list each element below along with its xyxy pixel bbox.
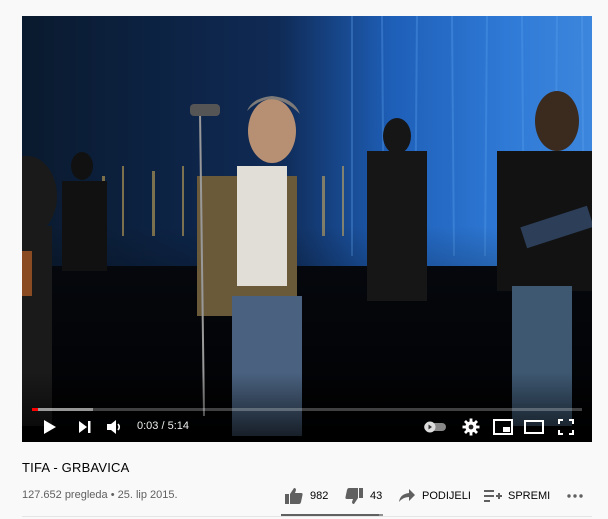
- save-label: SPREMI: [508, 490, 551, 502]
- dislike-button[interactable]: 43: [344, 484, 382, 508]
- playlist-add-icon: [484, 490, 502, 502]
- next-button[interactable]: [73, 415, 97, 439]
- save-button[interactable]: SPREMI: [484, 484, 550, 508]
- thumbs-up-icon: [285, 488, 303, 504]
- volume-button[interactable]: [103, 415, 127, 439]
- player-control-bar: 0:03 / 5:14: [22, 412, 592, 442]
- play-button[interactable]: [38, 415, 62, 439]
- more-horizontal-icon: [567, 494, 583, 498]
- video-meta-row: 127.652 pregleda • 25. lip 2015. 982 43 …: [22, 484, 592, 516]
- dislike-count: 43: [370, 490, 383, 502]
- video-player[interactable]: 0:03 / 5:14: [22, 16, 592, 442]
- like-button[interactable]: 982: [284, 484, 328, 508]
- miniplayer-icon: [493, 419, 513, 435]
- next-icon: [79, 421, 91, 433]
- share-label: PODIJELI: [422, 490, 471, 502]
- thumbs-down-icon: [345, 488, 363, 504]
- progress-bar[interactable]: [32, 408, 582, 411]
- time-display: 0:03 / 5:14: [137, 420, 189, 432]
- autoplay-toggle-icon: [424, 421, 446, 433]
- divider: [22, 516, 592, 517]
- video-title: TIFA - GRBAVICA: [22, 460, 130, 475]
- autoplay-toggle[interactable]: [422, 415, 448, 439]
- gear-icon: [462, 418, 480, 436]
- fullscreen-button[interactable]: [554, 415, 578, 439]
- progress-played: [32, 408, 38, 411]
- miniplayer-button[interactable]: [491, 415, 515, 439]
- volume-icon: [107, 420, 121, 434]
- like-count: 982: [310, 490, 329, 502]
- settings-button[interactable]: [459, 415, 483, 439]
- play-icon: [44, 420, 56, 434]
- share-button[interactable]: PODIJELI: [398, 484, 471, 508]
- more-actions-button[interactable]: [567, 484, 583, 508]
- fullscreen-icon: [558, 419, 574, 435]
- views-and-date: 127.652 pregleda • 25. lip 2015.: [22, 489, 178, 501]
- share-icon: [399, 489, 415, 502]
- theater-mode-icon: [524, 420, 544, 434]
- theater-mode-button[interactable]: [522, 415, 546, 439]
- progress-buffered: [32, 408, 93, 411]
